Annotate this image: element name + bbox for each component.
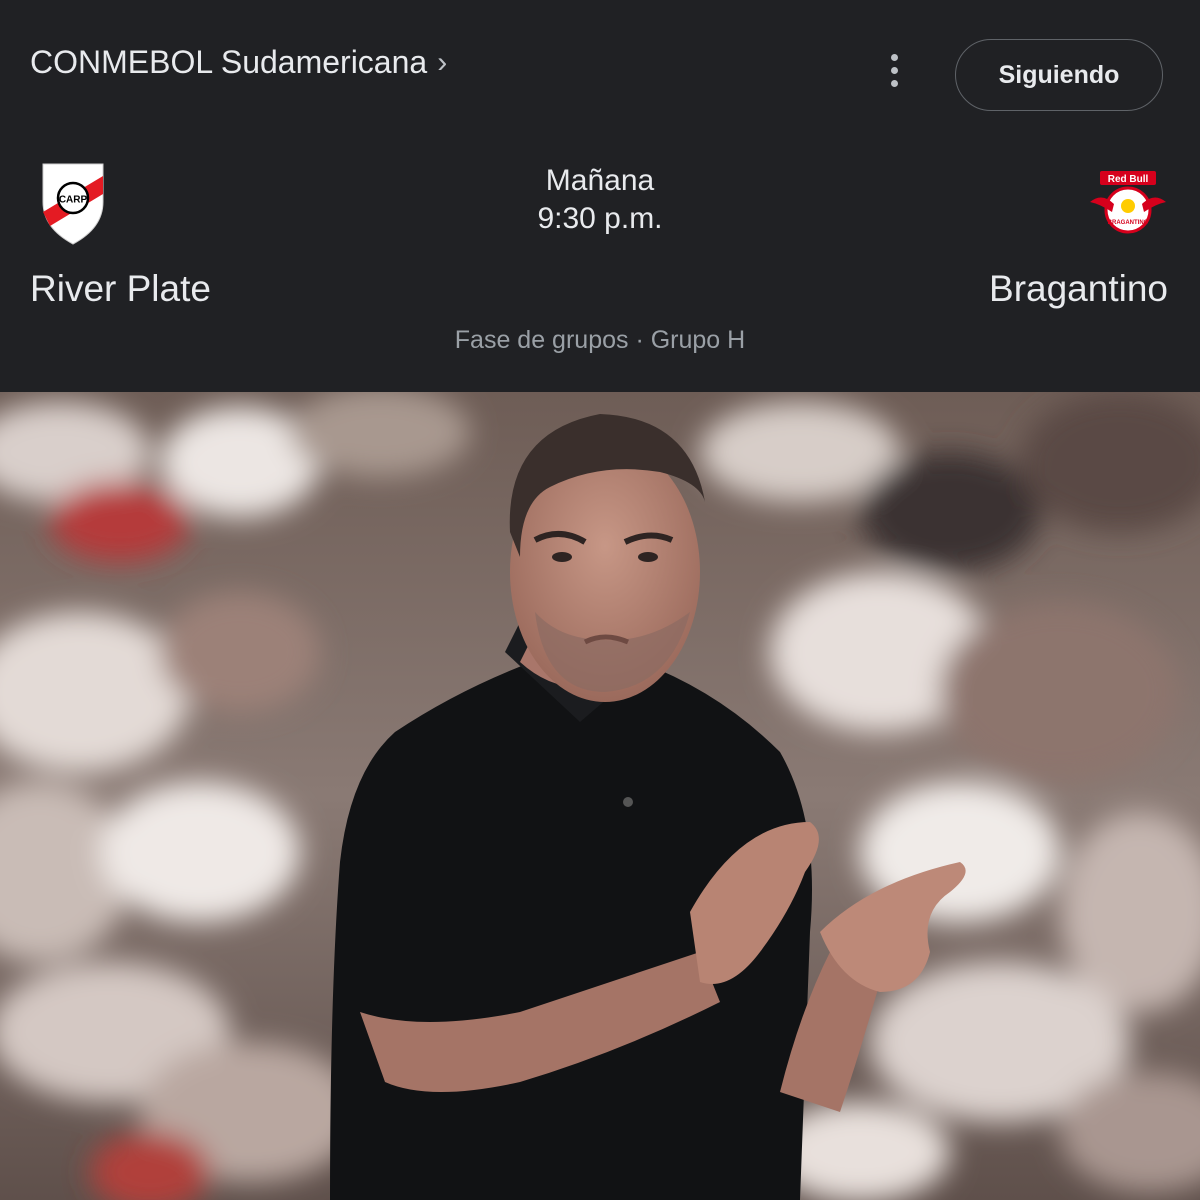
match-card: CONMEBOL Sudamericana › Siguiendo CARP M… <box>0 0 1200 392</box>
chevron-right-icon: › <box>437 45 448 79</box>
match-day: Mañana <box>545 164 655 197</box>
more-vert-icon <box>890 53 898 61</box>
competition-link[interactable]: CONMEBOL Sudamericana › <box>30 44 447 81</box>
home-team-name[interactable]: River Plate <box>30 268 211 310</box>
match-kickoff: 9:30 p.m. <box>537 202 663 235</box>
bragantino-crest[interactable]: Red Bull BRAGANTINO <box>1086 168 1170 240</box>
match-stage: Fase de grupos · Grupo H <box>454 326 746 354</box>
crest-letters: CARP <box>59 195 88 206</box>
following-button[interactable]: Siguiendo <box>955 39 1163 111</box>
competition-name: CONMEBOL Sudamericana <box>30 44 428 80</box>
crest-team-text: BRAGANTINO <box>1108 220 1149 226</box>
coach-photo <box>0 392 1200 1200</box>
river-plate-crest[interactable]: CARP <box>40 162 106 246</box>
more-options-button[interactable] <box>872 48 916 92</box>
crest-brand-text: Red Bull <box>1108 174 1149 185</box>
away-team-name[interactable]: Bragantino <box>989 268 1168 310</box>
match-time: Mañana 9:30 p.m. <box>440 162 760 238</box>
